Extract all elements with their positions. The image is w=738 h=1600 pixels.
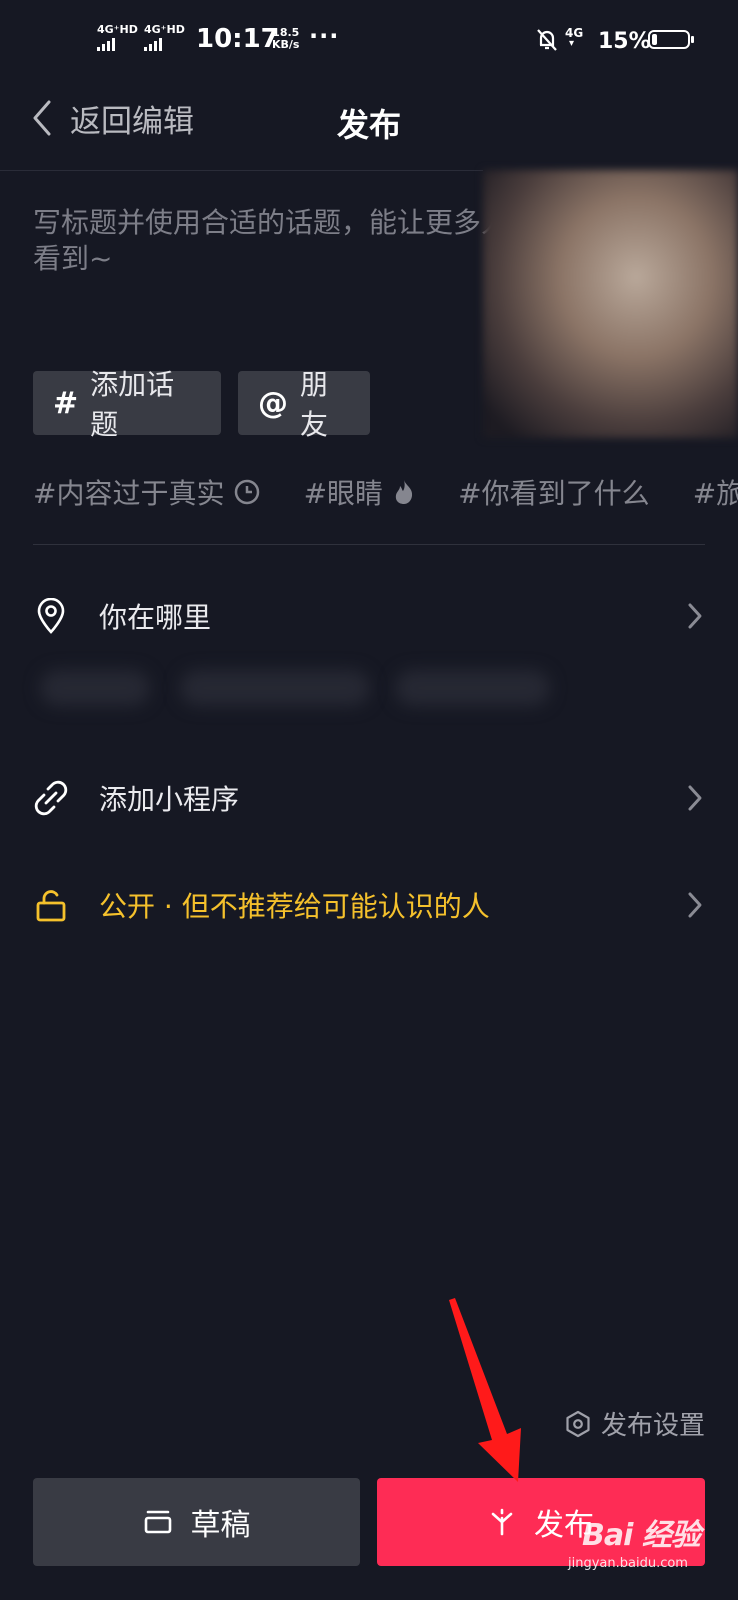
status-bar: 4G⁺HD 4G⁺HD 10:17 18.5 KB/s ··· 4G ▾ 15% (0, 0, 738, 80)
add-mini-program-row[interactable]: 添加小程序 (33, 768, 705, 828)
sim1-signal: 4G⁺HD (97, 24, 138, 51)
topic-text: #你看到了什么 (458, 477, 650, 510)
clock-icon (235, 479, 260, 505)
watermark-main: Bai 经验 (582, 1518, 701, 1553)
more-notifications-icon: ··· (309, 22, 340, 50)
suggested-topics: #内容过于真实 #眼睛 #你看到了什么 #旅 (33, 470, 738, 514)
privacy-row[interactable]: 公开 · 但不推荐给可能认识的人 (33, 875, 705, 935)
topic-suggestion[interactable]: #旅 (693, 470, 738, 514)
battery-level (652, 34, 657, 45)
topic-text: #内容过于真实 (33, 477, 225, 510)
video-cover-thumbnail[interactable] (483, 170, 738, 438)
mention-friend-label: 朋友 (300, 368, 329, 441)
net-speed: 18.5 KB/s (272, 27, 299, 51)
signal-bars-icon (97, 38, 138, 51)
draft-box-icon (144, 1510, 171, 1534)
sim2-label: 4G⁺HD (144, 23, 185, 36)
nearby-places-blurred (30, 650, 550, 730)
fire-icon (395, 480, 413, 504)
baidu-jingyan-watermark: Bai 经验 jingyan.baidu.com (568, 1510, 701, 1571)
bell-muted-icon (537, 29, 557, 51)
settings-hexagon-icon (566, 1410, 590, 1437)
publish-settings-label: 发布设置 (600, 1411, 705, 1441)
location-row[interactable]: 你在哪里 (33, 586, 705, 646)
privacy-label: 公开 · 但不推荐给可能认识的人 (99, 890, 490, 923)
caption-input[interactable]: 写标题并使用合适的话题，能让更多人看到~ (33, 205, 513, 285)
topic-suggestion[interactable]: #内容过于真实 (33, 470, 260, 514)
battery-icon (648, 30, 694, 49)
clock: 10:17 (196, 24, 279, 54)
chevron-right-icon (688, 785, 702, 811)
hashtag-icon: # (53, 385, 79, 421)
sim1-label: 4G⁺HD (97, 23, 138, 36)
location-pin-icon (33, 598, 69, 634)
draft-label: 草稿 (190, 1508, 251, 1543)
add-topic-button[interactable]: # 添加话题 (33, 368, 221, 441)
page-title: 发布 (336, 106, 401, 144)
mini-program-label: 添加小程序 (99, 783, 240, 816)
network-label: 4G (565, 26, 584, 40)
sim2-signal: 4G⁺HD (144, 24, 185, 51)
signal-bars-icon (144, 38, 185, 51)
network-type: 4G ▾ (565, 27, 583, 49)
topic-suggestion[interactable]: #眼睛 (304, 470, 415, 514)
unlock-icon (33, 887, 69, 923)
topic-suggestion[interactable]: #你看到了什么 (458, 470, 649, 514)
add-topic-label: 添加话题 (90, 368, 175, 441)
sparkle-icon (491, 1508, 513, 1536)
header-divider (0, 170, 483, 171)
chevron-right-icon (688, 892, 702, 918)
topic-text: #旅 (692, 477, 738, 510)
link-icon (33, 780, 69, 816)
net-speed-unit: KB/s (272, 38, 300, 51)
battery-percent: 15% (598, 29, 651, 54)
section-divider (33, 544, 705, 545)
chevron-right-icon (688, 603, 702, 629)
topic-text: #眼睛 (303, 477, 384, 510)
location-label: 你在哪里 (99, 601, 212, 634)
mention-friend-button[interactable]: @ 朋友 (238, 368, 370, 441)
top-nav: 返回编辑 发布 (0, 80, 738, 172)
publish-settings-button[interactable]: 发布设置 (565, 1405, 705, 1442)
data-arrows-icon: ▾ (569, 38, 575, 49)
at-icon: @ (258, 385, 288, 421)
watermark-url: jingyan.baidu.com (568, 1556, 688, 1571)
save-draft-button[interactable]: 草稿 (33, 1478, 360, 1566)
